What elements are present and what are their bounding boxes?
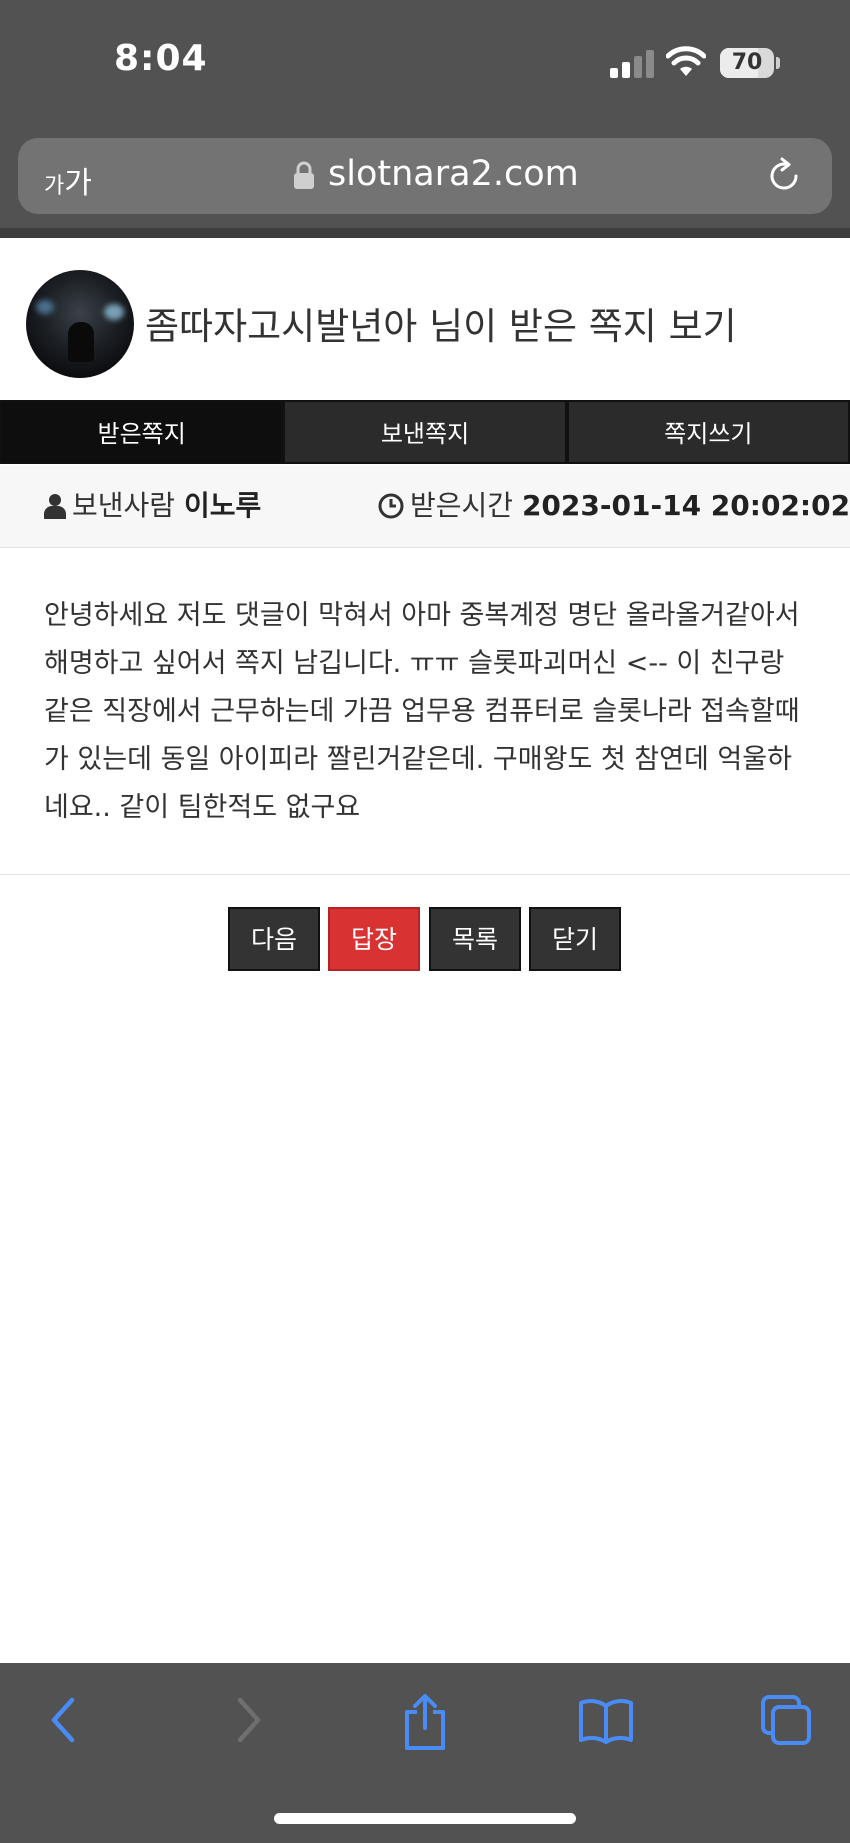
- received-value: 2023-01-14 20:02:02: [521, 489, 850, 522]
- cellular-signal-icon: [610, 50, 654, 78]
- tab-write[interactable]: 쪽지쓰기: [566, 400, 850, 464]
- text-size-button[interactable]: 가가: [44, 158, 92, 202]
- chevron-left-icon[interactable]: [44, 1694, 84, 1746]
- received-time-info: 받은시간 2023-01-14 20:02:02: [378, 484, 850, 524]
- battery-level: 70: [731, 50, 763, 75]
- url-text[interactable]: slotnara2.com: [328, 154, 579, 194]
- tab-received[interactable]: 받은쪽지: [0, 400, 284, 464]
- tab-sent[interactable]: 보낸쪽지: [283, 400, 567, 464]
- chevron-right-icon[interactable]: [228, 1694, 268, 1746]
- clock-icon: [378, 493, 404, 519]
- reload-icon[interactable]: [765, 157, 803, 195]
- page-title: 좀따자고시발년아 님이 받은 쪽지 보기: [145, 305, 737, 348]
- user-icon: [44, 494, 66, 519]
- share-icon[interactable]: [400, 1694, 450, 1750]
- battery-indicator: 70: [720, 48, 774, 78]
- reply-button[interactable]: 답장: [328, 907, 420, 971]
- sender-info: 보낸사람 이노루: [44, 484, 261, 524]
- avatar: [26, 270, 134, 378]
- battery-nub: [776, 57, 780, 69]
- received-label: 받은시간: [410, 489, 514, 522]
- list-button[interactable]: 목록: [429, 907, 521, 971]
- next-button[interactable]: 다음: [228, 907, 320, 971]
- close-button[interactable]: 닫기: [529, 907, 621, 971]
- sender-value: 이노루: [183, 489, 262, 522]
- home-indicator[interactable]: [274, 1813, 576, 1824]
- sender-label: 보낸사람: [72, 489, 176, 522]
- message-body: 안녕하세요 저도 댓글이 막혀서 아마 중복계정 명단 올라올거같아서 해명하고…: [44, 600, 800, 823]
- status-time: 8:04: [114, 38, 208, 79]
- divider: [0, 874, 850, 875]
- tabs-icon[interactable]: [760, 1694, 812, 1746]
- message-tabs: 받은쪽지 보낸쪽지 쪽지쓰기: [0, 400, 850, 464]
- lock-icon: [294, 161, 314, 189]
- book-icon[interactable]: [578, 1698, 634, 1744]
- wifi-icon: [666, 46, 706, 76]
